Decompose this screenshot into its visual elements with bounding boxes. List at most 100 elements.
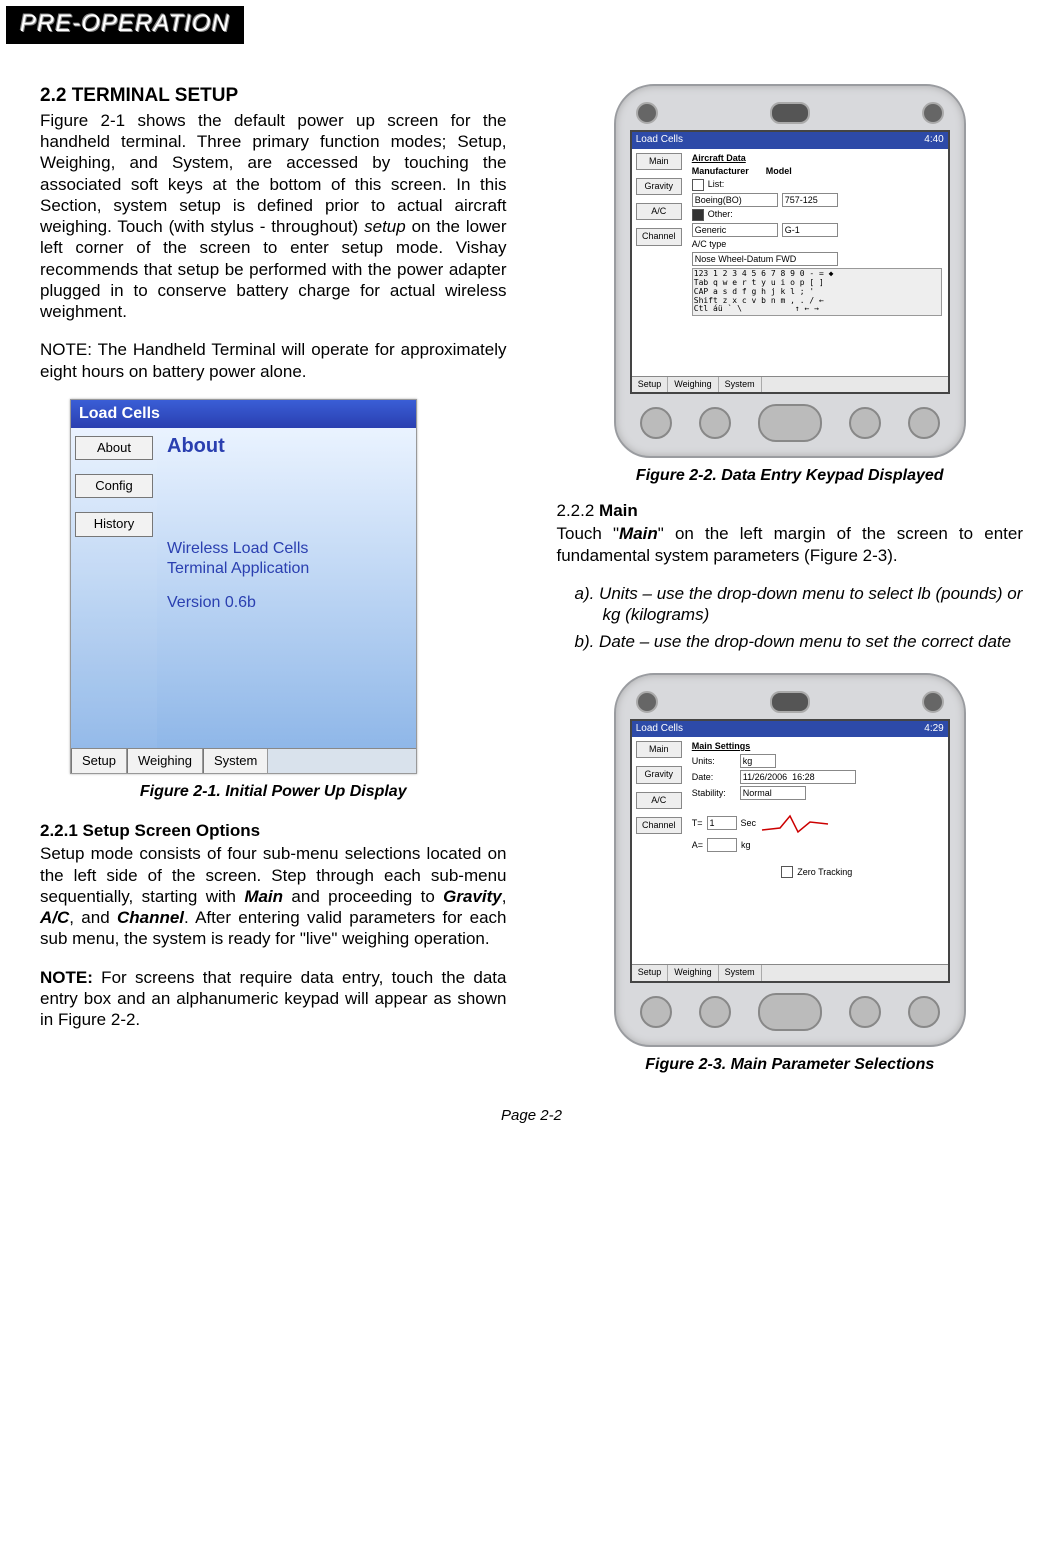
col-model: Model <box>766 166 792 177</box>
other-checkbox[interactable] <box>692 209 704 221</box>
hw-button-2[interactable] <box>699 407 731 439</box>
fig22-main: Aircraft Data ManufacturerModel List: Ot… <box>686 149 948 377</box>
hw-button-3[interactable] <box>849 996 881 1028</box>
pda-top2 <box>630 685 950 719</box>
text: , <box>502 887 507 906</box>
col-manufacturer: Manufacturer <box>692 166 762 177</box>
fig22-content: Main Gravity A/C Channel Aircraft Data M… <box>632 149 948 377</box>
hw-dpad[interactable] <box>758 993 822 1031</box>
hw-button-1[interactable] <box>640 996 672 1028</box>
pda-button-icon <box>922 102 944 124</box>
note-rest: For screens that require data entry, tou… <box>40 968 507 1030</box>
fig21-btn-history[interactable]: History <box>75 512 153 536</box>
units-select[interactable] <box>740 754 776 768</box>
generic-input[interactable] <box>692 223 778 237</box>
fig22-btn-gravity[interactable]: Gravity <box>636 178 682 195</box>
onscreen-keyboard[interactable]: 123 1 2 3 4 5 6 7 8 9 0 - = ◆ Tab q w e … <box>692 268 942 316</box>
figure-2-1: Load Cells About Config History About Wi… <box>70 399 417 774</box>
actype-label: A/C type <box>692 239 727 250</box>
fig22-titlebar: Load Cells 4:40 <box>632 132 948 149</box>
model-input[interactable] <box>782 193 838 207</box>
fig22-tab-system[interactable]: System <box>719 377 762 392</box>
t-label: T= <box>692 818 703 829</box>
fig22-tab-setup[interactable]: Setup <box>632 377 669 392</box>
fig23-btn-channel[interactable]: Channel <box>636 817 682 834</box>
note-data-entry: NOTE: For screens that require data entr… <box>40 967 507 1031</box>
left-column: 2.2 TERMINAL SETUP Figure 2-1 shows the … <box>40 84 507 1089</box>
fig21-btn-config[interactable]: Config <box>75 474 153 498</box>
step-b: b). Date – use the drop-down menu to set… <box>575 631 1024 652</box>
pda-speaker-icon <box>770 691 810 713</box>
stability-select[interactable] <box>740 786 806 800</box>
hw-button-3[interactable] <box>849 407 881 439</box>
zero-checkbox[interactable] <box>781 866 793 878</box>
hw-button-2[interactable] <box>699 996 731 1028</box>
fig21-tab-weighing[interactable]: Weighing <box>127 749 203 773</box>
date-select[interactable] <box>740 770 856 784</box>
fig23-bar-title: Load Cells <box>636 723 683 736</box>
para-2-2: Figure 2-1 shows the default power up sc… <box>40 110 507 323</box>
a-input[interactable] <box>707 838 737 852</box>
pda-top <box>630 96 950 130</box>
fig23-tab-setup[interactable]: Setup <box>632 965 669 980</box>
section-heading-2-2: 2.2 TERMINAL SETUP <box>40 84 507 108</box>
list-label: List: <box>708 179 725 190</box>
fig21-main: About Wireless Load Cells Terminal Appli… <box>157 428 416 748</box>
fig23-titlebar: Load Cells 4:29 <box>632 721 948 738</box>
graph-icon <box>760 810 830 836</box>
fig21-sidebar: About Config History <box>71 428 157 748</box>
hw-button-4[interactable] <box>908 996 940 1028</box>
caption-2-1: Figure 2-1. Initial Power Up Display <box>40 782 507 802</box>
fig21-tab-setup[interactable]: Setup <box>71 749 127 773</box>
fig23-screen: Load Cells 4:29 Main Gravity A/C Channel… <box>630 719 950 983</box>
sub222-main: Main <box>599 501 638 520</box>
a-label: A= <box>692 840 703 851</box>
fig21-tab-system[interactable]: System <box>203 749 268 773</box>
stability-label: Stability: <box>692 788 736 799</box>
caption-2-3: Figure 2-3. Main Parameter Selections <box>557 1055 1024 1075</box>
actype-select[interactable] <box>692 252 838 266</box>
fig22-btn-channel[interactable]: Channel <box>636 228 682 245</box>
para-2-2-1: Setup mode consists of four sub-menu sel… <box>40 843 507 949</box>
fig22-btn-main[interactable]: Main <box>636 153 682 170</box>
fig23-btn-ac[interactable]: A/C <box>636 792 682 809</box>
fig23-bar-time: 4:29 <box>924 723 943 736</box>
manufacturer-input[interactable] <box>692 193 778 207</box>
fig23-btn-gravity[interactable]: Gravity <box>636 766 682 783</box>
text: Touch " <box>557 524 620 543</box>
fig21-about-title: About <box>167 434 406 459</box>
right-column: Load Cells 4:40 Main Gravity A/C Channel… <box>557 84 1024 1089</box>
fig22-sidebar: Main Gravity A/C Channel <box>632 149 686 377</box>
fig21-titlebar: Load Cells <box>71 400 416 428</box>
pda-hw-buttons2 <box>630 983 950 1031</box>
fig21-appline1: Wireless Load Cells <box>167 539 406 559</box>
page-body: 2.2 TERMINAL SETUP Figure 2-1 shows the … <box>0 64 1063 1099</box>
fig21-bottom-tabs: Setup Weighing System <box>71 748 416 773</box>
date-label: Date: <box>692 772 736 783</box>
fig23-tab-weighing[interactable]: Weighing <box>668 965 718 980</box>
hw-button-1[interactable] <box>640 407 672 439</box>
pda-button-icon <box>922 691 944 713</box>
fig22-btn-ac[interactable]: A/C <box>636 203 682 220</box>
hw-dpad[interactable] <box>758 404 822 442</box>
fig23-btn-main[interactable]: Main <box>636 741 682 758</box>
para-2-2-2: Touch "Main" on the left margin of the s… <box>557 523 1024 566</box>
text: , and <box>69 908 117 927</box>
fig22-heading: Aircraft Data <box>692 153 942 164</box>
fig21-btn-about[interactable]: About <box>75 436 153 460</box>
channel-bi: Channel <box>117 908 184 927</box>
units-label: Units: <box>692 756 736 767</box>
sub222-num: 2.2.2 <box>557 501 600 520</box>
t-input[interactable] <box>707 816 737 830</box>
gravity-bi: Gravity <box>443 887 502 906</box>
pda-hw-buttons <box>630 394 950 442</box>
list-checkbox[interactable] <box>692 179 704 191</box>
g1-input[interactable] <box>782 223 838 237</box>
hw-button-4[interactable] <box>908 407 940 439</box>
fig22-tab-weighing[interactable]: Weighing <box>668 377 718 392</box>
a-unit: kg <box>741 840 751 851</box>
figure-2-2-device: Load Cells 4:40 Main Gravity A/C Channel… <box>614 84 966 458</box>
pda-lens-icon <box>636 102 658 124</box>
setup-italic: setup <box>364 217 406 236</box>
fig23-tab-system[interactable]: System <box>719 965 762 980</box>
